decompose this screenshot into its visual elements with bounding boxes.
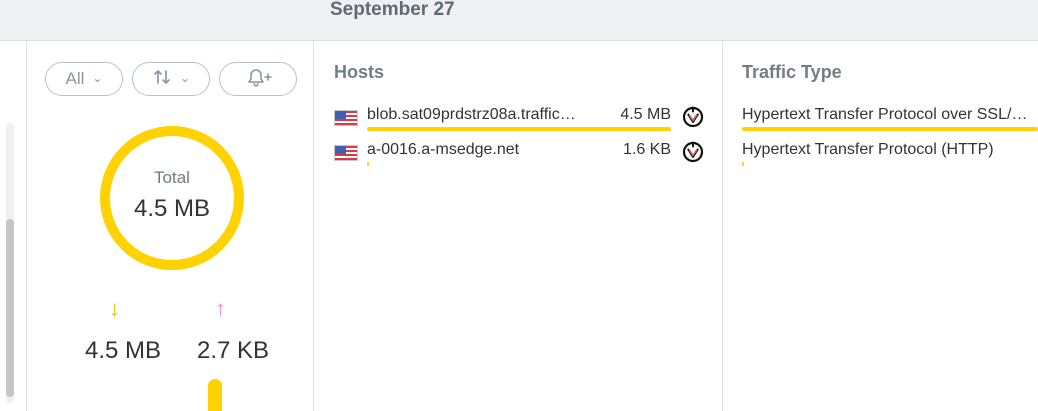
total-donut-chart: Total 4.5 MB [97, 123, 247, 273]
process-icon [681, 140, 705, 164]
traffic-type-panel: Traffic Type Hypertext Transfer Protocol… [723, 41, 1038, 411]
traffic-type-title: Traffic Type [742, 62, 842, 82]
chevron-down-icon: ⌄ [92, 71, 103, 85]
chevron-down-icon: ⌄ [179, 71, 191, 85]
download-icon: ↓ [109, 296, 120, 321]
summary-panel: All ⌄ ⌄ Total 4.5 MB ↓ ↑ 4.5 MB 2.7 KB [27, 41, 314, 411]
host-size: 4.5 MB [620, 106, 671, 123]
left-scroll-area [0, 41, 27, 411]
all-filter-button[interactable]: All ⌄ [45, 62, 123, 96]
host-size: 1.6 KB [622, 141, 671, 158]
traffic-type-name: Hypertext Transfer Protocol (HTTP) [742, 141, 994, 158]
host-usage-bar [367, 127, 671, 131]
traffic-usage-bar [742, 162, 744, 166]
traffic-usage-bar [742, 127, 1038, 131]
sort-filter-button[interactable]: ⌄ [132, 62, 210, 96]
process-icon [681, 105, 705, 129]
traffic-type-name: Hypertext Transfer Protocol over SSL/… [742, 106, 1028, 123]
total-label: Total [154, 168, 190, 187]
host-name: blob.sat09prdstrz08a.traffic… [367, 106, 576, 123]
upload-icon: ↑ [215, 296, 226, 321]
total-value: 4.5 MB [133, 195, 211, 222]
top-header: September 27 [0, 0, 1038, 41]
traffic-row[interactable]: Hypertext Transfer Protocol (HTTP) [723, 137, 1038, 169]
vertical-scrollbar-thumb[interactable] [6, 219, 14, 397]
host-usage-bar [367, 162, 369, 166]
date-title: September 27 [330, 0, 455, 20]
sort-icon [152, 68, 172, 91]
download-value: 4.5 MB [85, 337, 162, 364]
us-flag-icon [334, 145, 358, 161]
add-alert-button[interactable] [219, 62, 297, 96]
bell-plus-icon [244, 66, 272, 93]
us-flag-icon [334, 110, 358, 126]
host-row[interactable]: blob.sat09prdstrz08a.traffic… 4.5 MB [314, 102, 722, 134]
hosts-title: Hosts [334, 62, 385, 82]
all-filter-label: All [65, 69, 85, 88]
traffic-row[interactable]: Hypertext Transfer Protocol over SSL/… [723, 102, 1038, 134]
host-row[interactable]: a-0016.a-msedge.net 1.6 KB [314, 137, 722, 169]
upload-value: 2.7 KB [197, 337, 270, 364]
hosts-panel: Hosts blob.sat09prdstrz08a.traffic… 4.5 … [314, 41, 723, 411]
host-name: a-0016.a-msedge.net [367, 141, 520, 158]
download-mini-bar [208, 379, 222, 411]
